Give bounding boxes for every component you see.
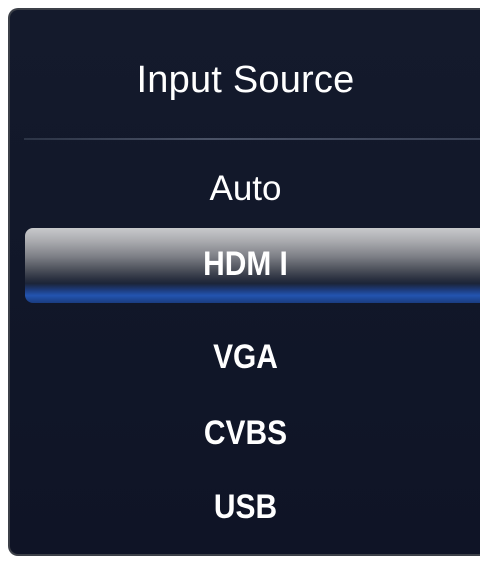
menu-item-cvbs[interactable]: CVBS	[38, 413, 452, 453]
menu-item-usb[interactable]: USB	[38, 487, 452, 527]
menu-item-hdmi[interactable]: HDM I	[38, 244, 452, 284]
menu-item-auto[interactable]: Auto	[10, 169, 480, 209]
title-divider	[24, 138, 480, 140]
menu-title: Input Source	[136, 59, 355, 101]
input-source-menu: Input Source Auto HDM I VGA CVBS USB	[8, 8, 480, 556]
menu-item-vga[interactable]: VGA	[38, 337, 452, 377]
